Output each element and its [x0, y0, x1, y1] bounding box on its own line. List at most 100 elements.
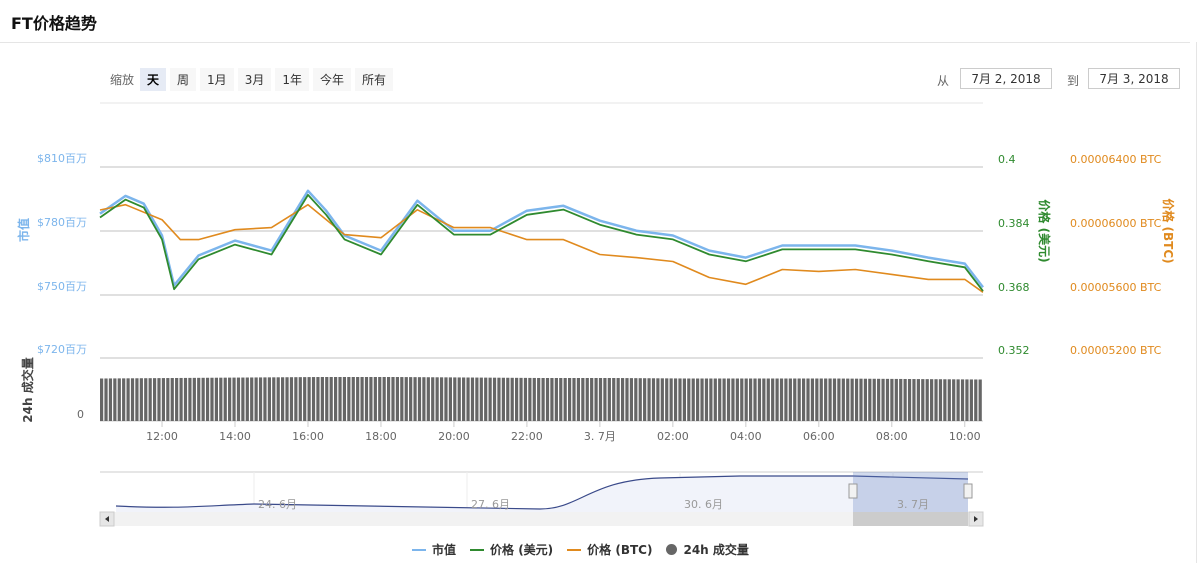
volume-bar: [810, 378, 815, 421]
volume-bar: [382, 377, 386, 421]
volume-bar: [572, 378, 576, 421]
volume-bar: [877, 378, 881, 421]
volume-bar: [965, 379, 969, 421]
volume-bar: [665, 378, 669, 421]
x-tick-label: 06:00: [803, 430, 835, 443]
scrollbar[interactable]: [100, 512, 983, 526]
usd-tick: 0.352: [998, 344, 1030, 357]
volume-bar: [294, 377, 298, 421]
volume-bar: [651, 378, 656, 421]
volume-bar: [188, 377, 192, 421]
legend: 市值 价格 (美元) 价格 (BTC) 24h 成交量: [412, 541, 749, 558]
navigator-label: 30. 6月: [684, 498, 723, 511]
market-cap-tick: $810百万: [37, 152, 87, 165]
volume-bar: [762, 378, 766, 421]
volume-bar: [850, 378, 854, 421]
volume-bar: [307, 377, 311, 421]
volume-bar: [144, 378, 148, 421]
volume-bar: [788, 378, 792, 421]
volume-bar: [974, 379, 978, 421]
volume-bar: [704, 378, 709, 421]
volume-bar: [567, 378, 572, 421]
volume-bar: [316, 377, 320, 421]
volume-bar: [276, 377, 280, 421]
legend-item-price-btc[interactable]: 价格 (BTC): [567, 541, 652, 558]
volume-bar: [281, 377, 285, 421]
volume-bar: [634, 378, 638, 421]
volume-bar: [757, 378, 762, 421]
volume-bar: [492, 377, 497, 421]
volume-bar: [497, 377, 501, 421]
line-swatch-icon: [412, 548, 426, 551]
market-cap-tick: $780百万: [37, 216, 87, 229]
legend-item-volume[interactable]: 24h 成交量: [666, 541, 749, 558]
volume-bar: [537, 377, 541, 421]
volume-bar: [192, 377, 196, 421]
volume-bar: [360, 377, 364, 421]
volume-bar: [148, 378, 152, 421]
circle-swatch-icon: [666, 544, 678, 555]
volume-bar: [457, 377, 461, 421]
usd-tick: 0.384: [998, 217, 1030, 230]
volume-bar: [625, 378, 629, 421]
volume-bar: [921, 379, 925, 421]
volume-bar: [117, 378, 121, 421]
market-cap-tick: $720百万: [37, 343, 87, 356]
line-swatch-icon: [470, 548, 485, 551]
x-tick-label: 22:00: [511, 430, 543, 443]
volume-bar: [691, 378, 695, 421]
volume-bar: [523, 377, 528, 421]
volume-bar: [801, 378, 806, 421]
volume-bar: [682, 378, 686, 421]
volume-bar: [108, 378, 113, 421]
volume-bar: [157, 378, 161, 421]
navigator-left-handle[interactable]: [848, 483, 858, 499]
volume-bar: [510, 377, 514, 421]
volume-bar: [541, 378, 545, 421]
volume-bar: [647, 378, 651, 421]
volume-bar: [351, 377, 355, 421]
volume-bar: [356, 377, 360, 421]
volume-bar: [462, 377, 466, 421]
navigator-right-handle[interactable]: [963, 483, 973, 499]
volume-bar: [660, 378, 664, 421]
volume-bar: [183, 377, 188, 421]
x-tick-label: 3. 7月: [584, 430, 616, 443]
volume-bar: [616, 378, 620, 421]
x-tick-label: 08:00: [876, 430, 908, 443]
legend-item-market-cap[interactable]: 市值: [412, 541, 456, 558]
volume-bar: [872, 378, 876, 421]
volume-bar: [272, 377, 276, 421]
volume-bar: [629, 378, 634, 421]
volume-bar: [598, 378, 603, 421]
volume-bar: [479, 377, 483, 421]
volume-bar: [170, 378, 174, 421]
volume-bar: [656, 378, 660, 421]
volume-bar: [325, 377, 329, 421]
volume-bar: [687, 378, 691, 421]
volume-bar: [673, 378, 678, 421]
legend-item-price-usd[interactable]: 价格 (美元): [470, 541, 553, 558]
x-tick-label: 20:00: [438, 430, 470, 443]
volume-bar: [952, 379, 956, 421]
volume-bar: [417, 377, 422, 421]
volume-bar: [404, 377, 408, 421]
volume-bar: [607, 378, 611, 421]
volume-bar: [713, 378, 717, 421]
volume-bar: [152, 378, 157, 421]
volume-bar: [912, 379, 916, 421]
navigator[interactable]: 24. 6月 27. 6月 30. 6月 3. 7月: [99, 471, 984, 527]
volume-bar: [329, 377, 333, 421]
volume-bar: [638, 378, 642, 421]
volume-bar: [824, 378, 828, 421]
scrollbar-thumb[interactable]: [853, 512, 968, 526]
volume-bar: [907, 379, 912, 421]
volume-bar: [740, 378, 744, 421]
volume-bar: [369, 377, 373, 421]
volume-bar: [395, 377, 400, 421]
volume-bar: [519, 377, 523, 421]
volume-bar: [545, 378, 550, 421]
volume-bar: [439, 377, 444, 421]
btc-tick: 0.00005200 BTC: [1070, 344, 1162, 357]
volume-bar: [289, 377, 294, 421]
